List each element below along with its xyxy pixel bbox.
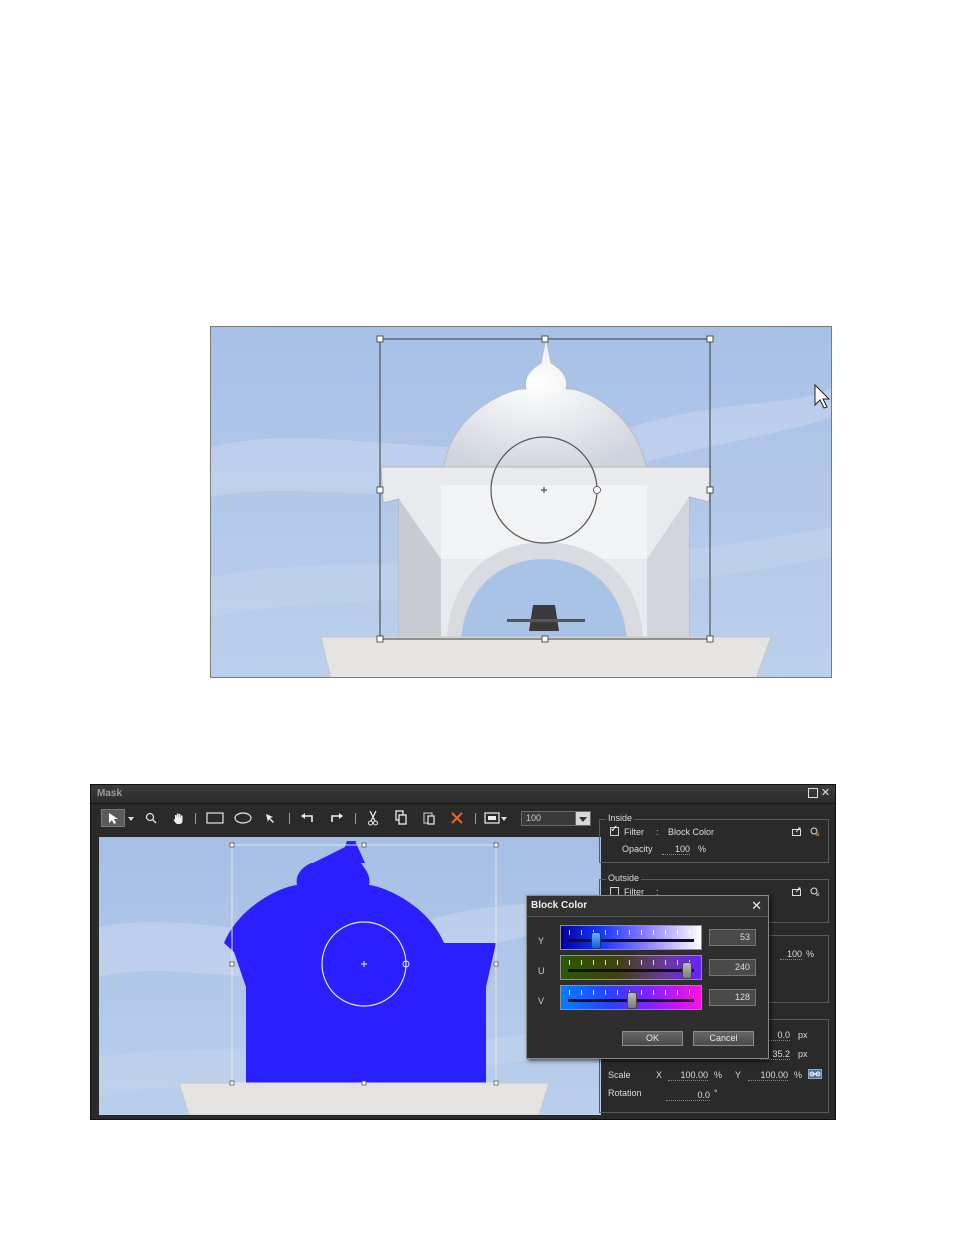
- scale-x-value[interactable]: 100.00: [668, 1070, 708, 1081]
- inside-group: Inside Filter : Block Color Opacity 100 …: [599, 813, 829, 863]
- scale-x-unit: %: [714, 1070, 723, 1080]
- tower-base: [178, 1082, 550, 1115]
- position-x-unit: px: [798, 1030, 808, 1040]
- rotation-label: Rotation: [608, 1088, 642, 1098]
- view-mode-button[interactable]: [483, 809, 509, 827]
- ellipse-icon: [234, 812, 252, 824]
- paste-button[interactable]: [421, 809, 437, 827]
- cut-icon: [368, 810, 378, 826]
- pen-icon: [266, 814, 274, 823]
- inside-filter-checkbox[interactable]: [610, 824, 619, 836]
- rotation-value[interactable]: 0.0: [666, 1090, 710, 1101]
- rectangle-tool-button[interactable]: [205, 809, 225, 827]
- y-slider-thumb[interactable]: [591, 932, 602, 949]
- window-title: Mask: [97, 788, 123, 799]
- inside-label: Inside: [606, 813, 635, 823]
- u-slider-thumb[interactable]: [681, 962, 692, 979]
- filter-settings-icon[interactable]: [792, 827, 802, 836]
- copy-button[interactable]: [393, 809, 409, 827]
- view-mode-icon: [484, 812, 507, 824]
- rotation-unit: °: [714, 1088, 718, 1098]
- copy-icon: [395, 810, 407, 825]
- opacity-unit: %: [698, 844, 707, 854]
- undo-button[interactable]: [299, 809, 315, 827]
- paste-icon: [423, 812, 435, 825]
- y-value-input[interactable]: 53: [709, 929, 756, 946]
- scale-x-label: X: [656, 1070, 663, 1080]
- v-value-input[interactable]: 128: [709, 989, 756, 1006]
- preview-image: [211, 327, 831, 677]
- y-slider-label: Y: [538, 936, 545, 946]
- link-aspect-icon[interactable]: [808, 1069, 822, 1079]
- u-slider[interactable]: [560, 955, 702, 980]
- position-y-unit: px: [798, 1049, 808, 1059]
- undo-icon: [301, 813, 313, 822]
- delete-icon: [451, 812, 463, 824]
- v-slider[interactable]: [560, 985, 702, 1010]
- opacity-label: Opacity: [622, 844, 653, 854]
- v-slider-label: V: [538, 996, 545, 1006]
- edge-opacity-unit: %: [806, 949, 815, 959]
- u-slider-label: U: [538, 966, 545, 976]
- cut-button[interactable]: [365, 809, 381, 827]
- mask-shape-body[interactable]: [224, 943, 496, 1083]
- block-color-titlebar: Block Color ✕: [527, 896, 768, 917]
- tower-base: [320, 636, 772, 677]
- outside-label: Outside: [606, 873, 642, 883]
- scale-y-unit: %: [794, 1070, 803, 1080]
- scale-y-value[interactable]: 100.00: [748, 1070, 788, 1081]
- mask-window: Mask ✕ 100 Inside ✓ Filter: Block Color…: [90, 784, 836, 1120]
- zoom-dropdown-icon[interactable]: [575, 811, 591, 826]
- pen-tool-button[interactable]: [263, 809, 277, 827]
- select-tool-button[interactable]: [101, 809, 125, 827]
- zoom-icon: [145, 812, 157, 824]
- scale-y-label: Y: [735, 1070, 742, 1080]
- redo-icon: [331, 813, 343, 822]
- filter-settings-icon[interactable]: [792, 887, 802, 896]
- zoom-tool-button[interactable]: [144, 809, 158, 827]
- scale-label: Scale: [608, 1070, 631, 1080]
- redo-button[interactable]: [329, 809, 345, 827]
- delete-button[interactable]: [449, 809, 465, 827]
- inside-filter-colon: :: [656, 827, 659, 837]
- u-value-input[interactable]: 240: [709, 959, 756, 976]
- cancel-button[interactable]: Cancel: [693, 1031, 754, 1046]
- bell: [529, 605, 559, 631]
- hand-tool-button[interactable]: [171, 809, 185, 827]
- filter-remove-icon[interactable]: [810, 827, 820, 837]
- inside-filter-value: Block Color: [668, 827, 715, 837]
- y-slider[interactable]: [560, 925, 702, 950]
- v-slider-thumb[interactable]: [627, 992, 637, 1009]
- opacity-value[interactable]: 100: [662, 844, 690, 855]
- filter-remove-icon[interactable]: [810, 887, 820, 897]
- inside-filter-label: Filter: [624, 827, 644, 837]
- close-icon[interactable]: ✕: [820, 788, 831, 799]
- mask-toolbar: 100: [97, 807, 603, 831]
- preview-screenshot: [210, 326, 832, 678]
- rectangle-icon: [206, 812, 224, 824]
- close-icon[interactable]: ✕: [751, 898, 762, 914]
- hand-icon: [173, 813, 183, 824]
- edge-opacity-value[interactable]: 100: [780, 949, 802, 960]
- ok-button[interactable]: OK: [622, 1031, 683, 1046]
- select-dropdown-icon[interactable]: [127, 809, 135, 827]
- mask-titlebar: Mask ✕: [91, 785, 835, 804]
- block-color-title: Block Color: [531, 900, 588, 911]
- ellipse-tool-button[interactable]: [233, 809, 253, 827]
- select-icon: [109, 813, 118, 824]
- maximize-icon[interactable]: [807, 788, 818, 799]
- block-color-dialog: Block Color ✕ Y 53 U 240 V 128 OK Cancel: [526, 895, 769, 1059]
